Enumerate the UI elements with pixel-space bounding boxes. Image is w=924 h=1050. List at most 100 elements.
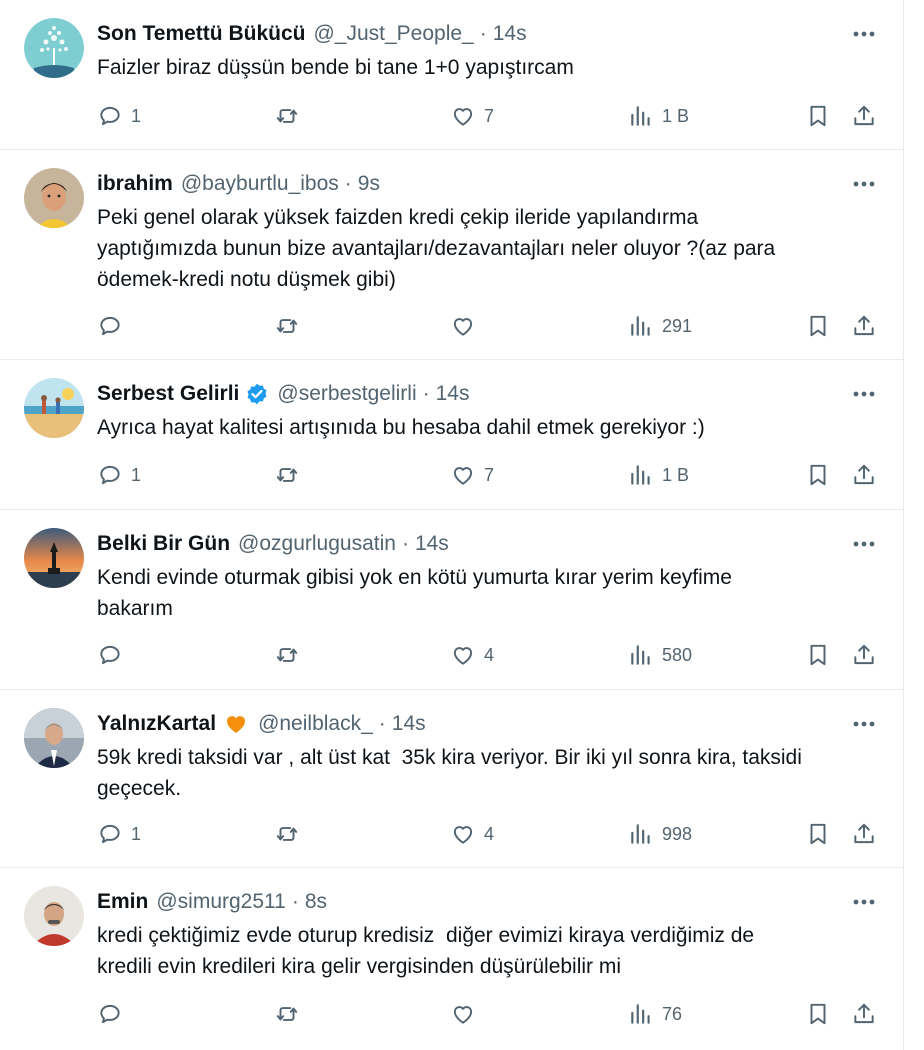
views-button[interactable]: 580 (628, 640, 692, 670)
author-handle[interactable]: @bayburtlu_ibos (181, 172, 339, 196)
retweet-icon (274, 313, 300, 339)
bookmark-icon (805, 642, 831, 668)
author-name[interactable]: ibrahim (97, 172, 173, 196)
share-button[interactable] (851, 460, 877, 490)
retweet-button[interactable] (274, 101, 308, 131)
avatar[interactable] (24, 378, 84, 438)
timestamp[interactable]: 14s (392, 712, 426, 736)
retweet-icon (274, 821, 300, 847)
share-button[interactable] (851, 311, 877, 341)
like-button[interactable]: 7 (450, 101, 494, 131)
timestamp[interactable]: 14s (436, 382, 470, 406)
tweet-text: Faizler biraz düşsün bende bi tane 1+0 y… (97, 56, 574, 79)
heart-icon (450, 462, 476, 488)
bookmark-button[interactable] (805, 311, 831, 341)
analytics-icon (628, 103, 654, 129)
bookmark-button[interactable] (805, 999, 831, 1029)
more-icon[interactable] (848, 384, 880, 404)
author-name[interactable]: Son Temettü Bükücü (97, 22, 305, 46)
like-count: 4 (484, 823, 495, 844)
reply-count: 1 (131, 105, 142, 126)
author-handle[interactable]: @neilblack_ (258, 712, 373, 736)
heart-icon (450, 642, 476, 668)
tweet[interactable]: Son Temettü Bükücü @_Just_People_ · 14s … (0, 0, 903, 150)
like-button[interactable] (450, 999, 484, 1029)
views-button[interactable]: 76 (628, 999, 682, 1029)
timestamp[interactable]: 9s (358, 172, 380, 196)
separator: · (344, 172, 352, 195)
analytics-icon (628, 642, 654, 668)
retweet-icon (274, 1001, 300, 1027)
reply-icon (97, 462, 123, 488)
avatar[interactable] (24, 886, 84, 946)
author-name[interactable]: Belki Bir Gün (97, 532, 230, 556)
tweet[interactable]: YalnızKartal @neilblack_ · 14s 59k kredi… (0, 690, 903, 868)
timestamp[interactable]: 14s (415, 532, 449, 556)
more-icon[interactable] (848, 534, 880, 554)
like-button[interactable]: 4 (450, 819, 494, 849)
tweet[interactable]: Emin @simurg2511 · 8s kredi çektiğimiz e… (0, 868, 903, 1050)
heart-icon (450, 1001, 476, 1027)
separator: · (401, 532, 409, 555)
avatar[interactable] (24, 168, 84, 228)
retweet-button[interactable] (274, 311, 308, 341)
bookmark-icon (805, 103, 831, 129)
timestamp[interactable]: 8s (305, 890, 327, 914)
views-button[interactable]: 998 (628, 819, 692, 849)
author-handle[interactable]: @serbestgelirli (277, 382, 416, 406)
author-handle[interactable]: @ozgurlugusatin (238, 532, 396, 556)
share-button[interactable] (851, 999, 877, 1029)
share-icon (851, 313, 877, 339)
avatar[interactable] (24, 528, 84, 588)
more-icon[interactable] (848, 24, 880, 44)
share-button[interactable] (851, 101, 877, 131)
avatar[interactable] (24, 708, 84, 768)
bookmark-button[interactable] (805, 640, 831, 670)
reply-button[interactable]: 1 (97, 819, 141, 849)
tweet[interactable]: Serbest Gelirli @serbestgelirli · 14s Ay… (0, 360, 903, 510)
retweet-button[interactable] (274, 640, 308, 670)
views-button[interactable]: 1 B (628, 460, 689, 490)
tweet[interactable]: ibrahim @bayburtlu_ibos · 9s Peki genel … (0, 150, 903, 360)
bookmark-button[interactable] (805, 101, 831, 131)
author-handle[interactable]: @simurg2511 (156, 890, 286, 914)
verified-badge-icon (245, 382, 269, 406)
retweet-icon (274, 103, 300, 129)
more-icon[interactable] (848, 174, 880, 194)
author-name[interactable]: YalnızKartal (97, 712, 216, 736)
separator: · (479, 22, 487, 45)
reply-icon (97, 821, 123, 847)
reply-count: 1 (131, 823, 142, 844)
bookmark-button[interactable] (805, 460, 831, 490)
reply-button[interactable] (97, 640, 131, 670)
more-icon[interactable] (848, 892, 880, 912)
reply-button[interactable]: 1 (97, 460, 141, 490)
timestamp[interactable]: 14s (493, 22, 527, 46)
bookmark-button[interactable] (805, 819, 831, 849)
author-handle[interactable]: @_Just_People_ (313, 22, 473, 46)
like-button[interactable] (450, 311, 484, 341)
author-name[interactable]: Emin (97, 890, 148, 914)
tweet[interactable]: Belki Bir Gün @ozgurlugusatin · 14s Kend… (0, 510, 903, 690)
share-button[interactable] (851, 819, 877, 849)
retweet-icon (274, 642, 300, 668)
bookmark-icon (805, 1001, 831, 1027)
more-icon[interactable] (848, 714, 880, 734)
view-count: 291 (662, 315, 693, 336)
views-button[interactable]: 1 B (628, 101, 689, 131)
retweet-button[interactable] (274, 999, 308, 1029)
retweet-button[interactable] (274, 460, 308, 490)
avatar[interactable] (24, 18, 84, 78)
retweet-button[interactable] (274, 819, 308, 849)
like-count: 4 (484, 644, 495, 665)
analytics-icon (628, 821, 654, 847)
like-button[interactable]: 4 (450, 640, 494, 670)
reply-button[interactable]: 1 (97, 101, 141, 131)
reply-button[interactable] (97, 999, 131, 1029)
views-button[interactable]: 291 (628, 311, 692, 341)
like-button[interactable]: 7 (450, 460, 494, 490)
reply-icon (97, 642, 123, 668)
author-name[interactable]: Serbest Gelirli (97, 382, 239, 406)
reply-button[interactable] (97, 311, 131, 341)
share-button[interactable] (851, 640, 877, 670)
